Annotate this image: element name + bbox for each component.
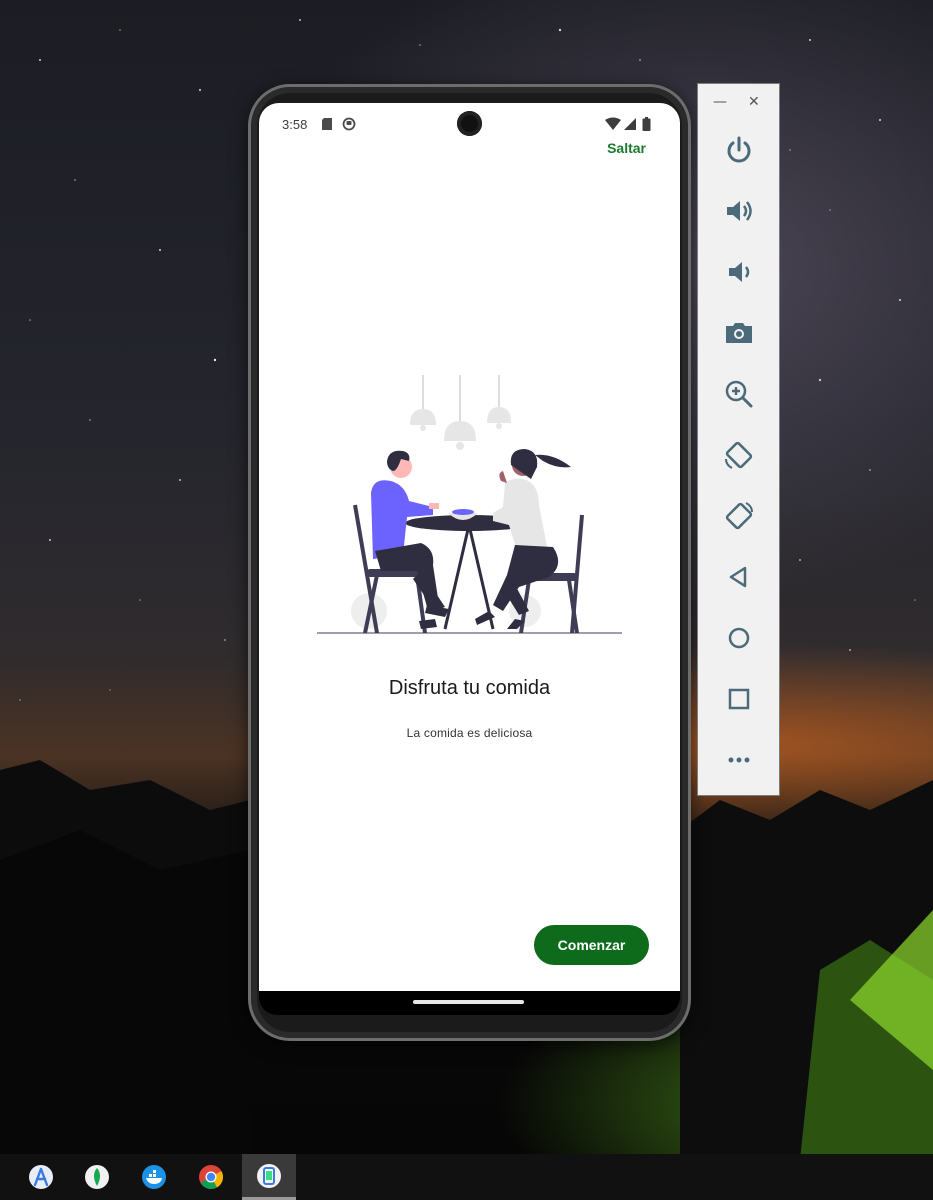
rotate-left-button[interactable] [718,435,760,475]
power-icon [727,136,751,163]
zoom-in-icon [725,380,753,408]
wifi-icon [605,117,621,130]
more-button[interactable] [718,740,760,780]
volume-up-icon [727,201,752,221]
power-button[interactable] [718,130,760,170]
volume-down-icon [729,262,750,282]
skip-button[interactable]: Saltar [607,140,646,156]
start-button[interactable]: Comenzar [534,925,649,965]
app-notification-icon [342,117,356,131]
rotate-right-button[interactable] [718,496,760,536]
status-bar: 3:58 [259,103,680,143]
signal-icon [624,118,636,130]
volume-down-button[interactable] [718,252,760,292]
close-icon[interactable]: ✕ [748,94,760,110]
sd-card-icon [322,118,332,130]
rotate-right-icon [725,502,753,530]
taskbar-app-mongodb-compass[interactable] [70,1154,124,1200]
gesture-navigation-bar [259,991,680,1015]
onboarding-subtitle: La comida es deliciosa [406,726,533,740]
taskbar [0,1154,933,1200]
zoom-button[interactable] [718,374,760,414]
front-camera [457,111,482,136]
taskbar-app-emulator[interactable] [242,1154,296,1200]
taskbar-app-docker[interactable] [127,1154,181,1200]
home-gesture-handle[interactable] [413,1000,524,1004]
more-icon [728,757,750,763]
back-icon [729,566,747,588]
back-button[interactable] [718,557,760,597]
taskbar-app-chrome[interactable] [184,1154,238,1200]
app-screen: 3:58 Saltar Disfruta tu comida La comida… [259,103,680,991]
rotate-left-icon [725,441,753,469]
home-button[interactable] [718,618,760,658]
two-people-dining-illustration [317,375,622,634]
home-icon [728,627,750,649]
docker-icon [142,1165,166,1189]
taskbar-app-android-studio[interactable] [14,1154,68,1200]
volume-up-button[interactable] [718,191,760,231]
emulator-toolbar: — ✕ [697,83,780,796]
emulator-icon [257,1163,281,1188]
android-studio-icon [29,1165,53,1189]
minimize-icon[interactable]: — [713,94,727,110]
overview-button[interactable] [718,679,760,719]
onboarding-title: Disfruta tu comida [388,677,551,699]
camera-icon [726,323,752,343]
status-clock: 3:58 [282,117,308,132]
overview-icon [728,688,750,710]
mongodb-compass-icon [85,1165,109,1189]
chrome-icon [199,1165,224,1190]
battery-icon [642,117,651,131]
screenshot-button[interactable] [718,313,760,353]
